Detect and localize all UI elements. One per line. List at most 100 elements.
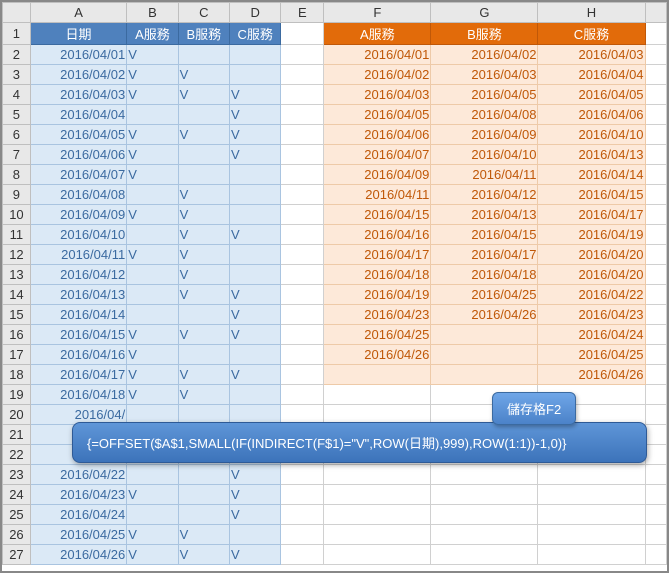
spreadsheet-grid[interactable]: A B C D E F G H 1日期A服務B服務C服務A服務B服務C服務220… (2, 2, 667, 565)
date-cell[interactable]: 2016/04/17 (30, 365, 126, 385)
result-cell[interactable] (324, 525, 431, 545)
row-header[interactable]: 11 (3, 225, 31, 245)
service-cell[interactable] (230, 65, 281, 85)
result-cell[interactable] (324, 365, 431, 385)
result-cell[interactable]: 2016/04/14 (538, 165, 645, 185)
result-cell[interactable]: 2016/04/19 (538, 225, 645, 245)
service-cell[interactable] (230, 245, 281, 265)
result-cell[interactable]: 2016/04/04 (538, 65, 645, 85)
blank-cell[interactable] (281, 505, 324, 525)
blank-cell[interactable] (281, 145, 324, 165)
service-cell[interactable]: V (127, 385, 178, 405)
result-cell[interactable]: 2016/04/07 (324, 145, 431, 165)
date-cell[interactable]: 2016/04/05 (30, 125, 126, 145)
blank-cell[interactable] (281, 545, 324, 565)
service-cell[interactable]: V (127, 525, 178, 545)
service-cell[interactable] (230, 45, 281, 65)
col-header-H[interactable]: H (538, 3, 645, 23)
row-header[interactable]: 21 (3, 425, 31, 445)
date-cell[interactable]: 2016/04/01 (30, 45, 126, 65)
service-cell[interactable]: V (178, 365, 229, 385)
date-cell[interactable]: 2016/04/06 (30, 145, 126, 165)
blank-cell[interactable] (281, 485, 324, 505)
service-cell[interactable]: V (127, 325, 178, 345)
result-cell[interactable]: 2016/04/15 (538, 185, 645, 205)
result-cell[interactable]: 2016/04/10 (538, 125, 645, 145)
result-cell[interactable]: 2016/04/17 (431, 245, 538, 265)
result-cell[interactable] (431, 345, 538, 365)
service-cell[interactable]: V (230, 225, 281, 245)
result-cell[interactable]: 2016/04/11 (324, 185, 431, 205)
service-cell[interactable]: V (178, 325, 229, 345)
service-cell[interactable]: V (178, 225, 229, 245)
date-cell[interactable]: 2016/04/11 (30, 245, 126, 265)
service-cell[interactable] (127, 265, 178, 285)
blue-header-cell[interactable]: C服務 (230, 23, 281, 45)
row-header[interactable]: 6 (3, 125, 31, 145)
result-cell[interactable]: 2016/04/24 (538, 325, 645, 345)
result-cell[interactable]: 2016/04/25 (324, 325, 431, 345)
date-cell[interactable]: 2016/04/10 (30, 225, 126, 245)
service-cell[interactable]: V (178, 125, 229, 145)
result-cell[interactable]: 2016/04/26 (538, 365, 645, 385)
result-cell[interactable]: 2016/04/10 (431, 145, 538, 165)
service-cell[interactable] (178, 305, 229, 325)
date-cell[interactable]: 2016/04/22 (30, 465, 126, 485)
row-header[interactable]: 15 (3, 305, 31, 325)
blue-header-cell[interactable]: B服務 (178, 23, 229, 45)
row-header[interactable]: 17 (3, 345, 31, 365)
result-cell[interactable] (431, 325, 538, 345)
service-cell[interactable] (178, 105, 229, 125)
blank-cell[interactable] (281, 45, 324, 65)
result-cell[interactable]: 2016/04/02 (324, 65, 431, 85)
service-cell[interactable]: V (230, 105, 281, 125)
result-cell[interactable] (324, 385, 431, 405)
row-header[interactable]: 23 (3, 465, 31, 485)
service-cell[interactable] (127, 225, 178, 245)
result-cell[interactable] (431, 545, 538, 565)
result-cell[interactable]: 2016/04/20 (538, 265, 645, 285)
result-cell[interactable]: 2016/04/03 (324, 85, 431, 105)
row-header[interactable]: 20 (3, 405, 31, 425)
service-cell[interactable]: V (127, 485, 178, 505)
result-cell[interactable] (538, 465, 645, 485)
row-header[interactable]: 9 (3, 185, 31, 205)
col-header-F[interactable]: F (324, 3, 431, 23)
result-cell[interactable] (324, 465, 431, 485)
result-cell[interactable]: 2016/04/09 (324, 165, 431, 185)
result-cell[interactable]: 2016/04/11 (431, 165, 538, 185)
service-cell[interactable]: V (127, 65, 178, 85)
date-cell[interactable]: 2016/04/23 (30, 485, 126, 505)
result-cell[interactable] (538, 485, 645, 505)
row-header[interactable]: 19 (3, 385, 31, 405)
service-cell[interactable]: V (230, 85, 281, 105)
result-cell[interactable]: 2016/04/23 (538, 305, 645, 325)
blank-cell[interactable] (281, 385, 324, 405)
date-cell[interactable]: 2016/04/13 (30, 285, 126, 305)
blank-cell[interactable] (281, 365, 324, 385)
result-cell[interactable]: 2016/04/05 (324, 105, 431, 125)
result-cell[interactable] (538, 505, 645, 525)
row-header[interactable]: 16 (3, 325, 31, 345)
service-cell[interactable]: V (127, 345, 178, 365)
row-header[interactable]: 27 (3, 545, 31, 565)
result-cell[interactable] (324, 545, 431, 565)
service-cell[interactable]: V (127, 545, 178, 565)
col-header-C[interactable]: C (178, 3, 229, 23)
result-cell[interactable]: 2016/04/19 (324, 285, 431, 305)
blue-header-cell[interactable]: 日期 (30, 23, 126, 45)
result-cell[interactable]: 2016/04/17 (324, 245, 431, 265)
result-cell[interactable]: 2016/04/01 (324, 45, 431, 65)
blank-cell[interactable] (281, 105, 324, 125)
row-header[interactable]: 22 (3, 445, 31, 465)
orange-header-cell[interactable]: B服務 (431, 23, 538, 45)
service-cell[interactable]: V (178, 245, 229, 265)
row-header[interactable]: 1 (3, 23, 31, 45)
service-cell[interactable]: V (127, 125, 178, 145)
result-cell[interactable]: 2016/04/16 (324, 225, 431, 245)
blank-cell[interactable] (281, 285, 324, 305)
result-cell[interactable]: 2016/04/05 (538, 85, 645, 105)
service-cell[interactable]: V (127, 365, 178, 385)
blank-cell[interactable] (281, 65, 324, 85)
result-cell[interactable]: 2016/04/06 (538, 105, 645, 125)
